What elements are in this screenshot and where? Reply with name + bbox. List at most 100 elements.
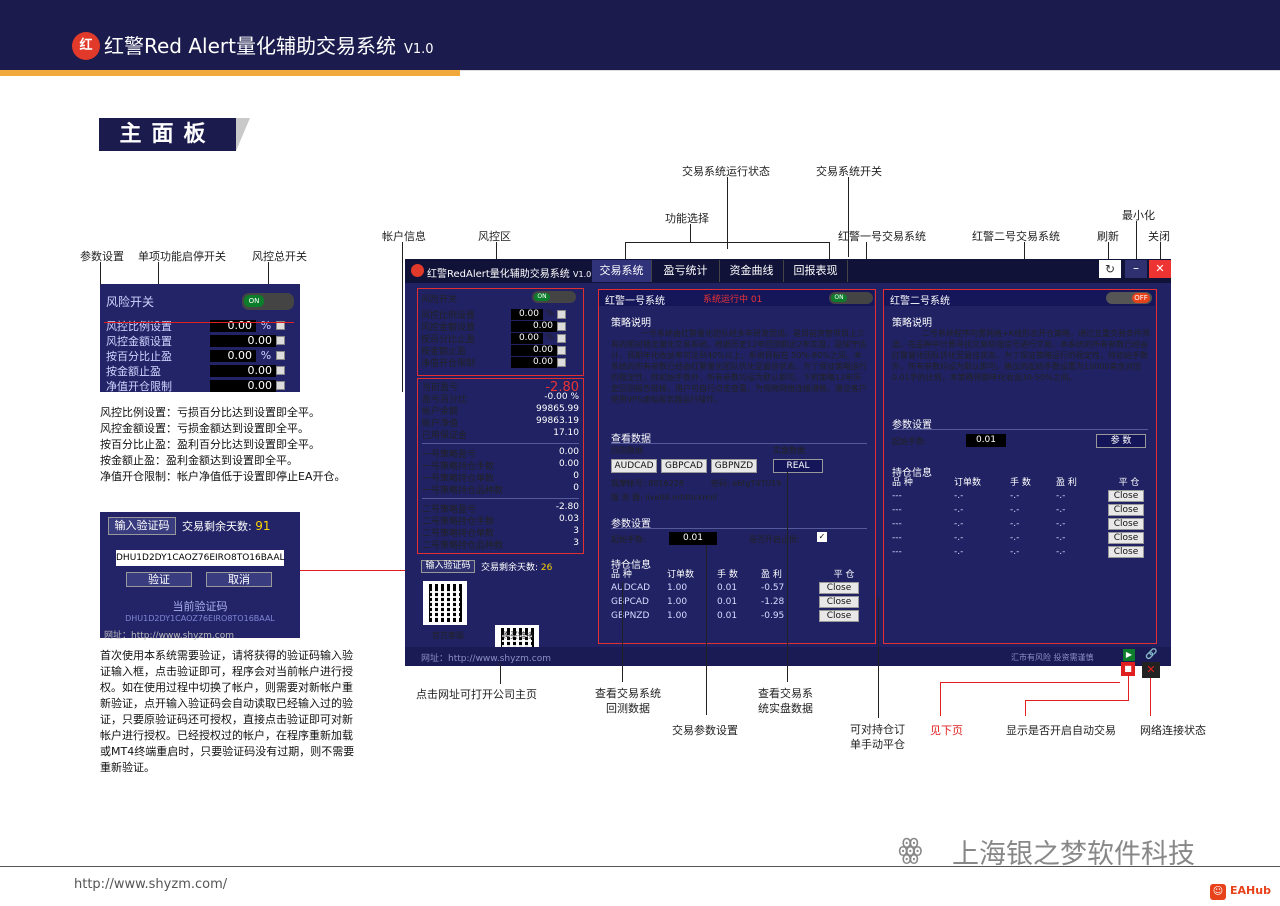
table-row: --- -.- -.- -.- Close [892, 545, 1150, 559]
verify-notes: 首次使用本系统需要验证，请将获得的验证码输入验证输入框，点击验证即可，程序会对当… [100, 649, 355, 774]
app-risk-toggle[interactable]: ON [532, 291, 576, 303]
checkbox[interactable] [557, 345, 566, 355]
backtest-gbpcad-button[interactable]: GBPCAD [661, 459, 707, 473]
risk-row-input[interactable]: 0.00 [210, 349, 256, 362]
verify-code-input[interactable]: DHU1D2DY1CAOZ76EIRO8TO16BAAL [116, 550, 285, 566]
risk-row-input[interactable]: 0.00 [210, 379, 276, 392]
close-position-button[interactable]: Close [1108, 532, 1144, 544]
minimize-icon[interactable]: – [1125, 260, 1147, 278]
system1-toggle[interactable]: ON [829, 292, 873, 304]
callout-account: 帐户信息 [382, 230, 426, 243]
system2-title: 红警二号系统 [890, 296, 950, 307]
network-broken-icon: ✕ [1142, 662, 1160, 678]
checkbox[interactable] [557, 357, 566, 367]
label: 净值开仓限制 [421, 358, 476, 369]
checkbox[interactable] [557, 333, 566, 343]
lots-label: 起始手数: [611, 535, 646, 544]
highlight-line [104, 322, 294, 323]
input[interactable]: 0.00 [511, 332, 543, 344]
close-position-button[interactable]: Close [1108, 490, 1144, 502]
mini-site: 网址：http://www.shyzm.com [104, 631, 234, 641]
close-icon[interactable]: ✕ [1149, 260, 1171, 278]
system1-lots-input[interactable]: 0.01 [669, 532, 717, 545]
table-row: --- -.- -.- -.- Close [892, 489, 1150, 503]
tab-equity[interactable]: 资金曲线 [720, 260, 784, 282]
risk-mini-panel: 风险开关 ON 风控比例设置 0.00% 风控金额设置 0.00 按百分比止盈 0.0… [100, 284, 300, 393]
live-real-button[interactable]: REAL [773, 459, 823, 473]
tab-bar: 交易系统 盈亏统计 资金曲线 回报表现 [592, 260, 848, 282]
system2-toggle[interactable]: OFF [1106, 292, 1152, 304]
line [300, 570, 418, 571]
app-site-link[interactable]: 网址：http://www.shyzm.com [421, 651, 551, 664]
risk-row-input[interactable]: 0.00 [210, 334, 276, 347]
note-line: 按金额止盈：盈利金额达到设置即全平。 [100, 454, 298, 467]
divider [422, 498, 579, 499]
input[interactable]: 0.00 [511, 320, 557, 332]
tab-trading[interactable]: 交易系统 [592, 260, 652, 282]
stoploss-checkbox[interactable]: ✓ [817, 532, 827, 542]
current-code-label: 当前验证码 [172, 600, 228, 613]
watch-password: 密码: e6tgT4TU19 [711, 479, 782, 488]
callout-sys1: 红警一号交易系统 [838, 230, 926, 243]
header-divider [460, 70, 1280, 71]
input[interactable]: 0.00 [511, 308, 543, 320]
verify-button[interactable]: 验证 [126, 572, 192, 587]
line [829, 242, 830, 260]
system2-strategy-text: 二号系统程序内置网格+K线形态开仓策略，通过五重交易条件筛选，在品种中计算寻找交… [892, 329, 1150, 382]
risk-row-label: 净值开仓限制 [106, 379, 172, 393]
tab-returns[interactable]: 回报表现 [784, 260, 848, 282]
tab-pnl[interactable]: 盈亏统计 [652, 260, 720, 282]
stat-row: 二号策略持仓单数 3 [422, 526, 579, 539]
close-position-button[interactable]: Close [1108, 546, 1144, 558]
callout-backtest: 查看交易系统 回测数据 [595, 687, 661, 715]
line [622, 582, 623, 682]
refresh-icon[interactable]: ↻ [1099, 260, 1121, 278]
app-account-box: 当前盈亏 -2.80 盈亏百分比 -0.00 % 帐户余额 99865.99 帐户净值… [417, 378, 584, 554]
app-verify-button[interactable]: 输入验证码 [421, 560, 475, 573]
qr-purchase-label: 购买链接 [502, 631, 534, 640]
close-position-button[interactable]: Close [1108, 504, 1144, 516]
orange-stripe [0, 70, 460, 76]
close-position-button[interactable]: Close [819, 582, 859, 594]
stoploss-label: 是否开启止损: [749, 535, 800, 544]
stat-row: 一号策略盈亏 0.00 [422, 447, 579, 460]
callout-single: 单项功能启停开关 [138, 250, 226, 263]
cancel-button[interactable]: 取消 [206, 572, 272, 587]
risk-row-checkbox[interactable] [276, 336, 285, 345]
line [940, 682, 941, 716]
line [706, 545, 707, 715]
backtest-gbpnzd-button[interactable]: GBPNZD [711, 459, 757, 473]
line [1160, 242, 1161, 260]
risk-mini-toggle[interactable]: ON [242, 293, 294, 310]
system1-strategy-title: 策略说明 [611, 318, 651, 329]
checkbox[interactable] [557, 309, 566, 319]
verify-open-button[interactable]: 输入验证码 [108, 517, 176, 535]
app-logo-icon [411, 264, 424, 277]
backtest-audcad-button[interactable]: AUDCAD [611, 459, 657, 473]
app-risk-box: 风险开关 ON 风控比例设置 0.00% 风控金额设置 0.00 按百分比止盈 0.0… [417, 288, 584, 376]
table-header: 品 种订单数手 数盈 利平 仓 [611, 570, 855, 580]
risk-row-checkbox[interactable] [276, 351, 285, 360]
system1-panel: 红警一号系统 系统运行中 01 ON 策略说明 一号系统由红警量化团队经多年研发… [598, 289, 876, 644]
risk-row-input[interactable]: 0.00 [210, 364, 276, 377]
close-position-button[interactable]: Close [1108, 518, 1144, 530]
checkbox[interactable] [557, 321, 566, 331]
eahub-text: EAHub [1230, 884, 1271, 897]
qr-service-image [423, 581, 467, 625]
system1-strategy-text: 一号系统由红警量化团队经多年研发而成，是目前资管项目上少有的相对稳定量化交易系统… [611, 329, 867, 404]
line [1025, 700, 1128, 701]
close-position-button[interactable]: Close [819, 596, 859, 608]
footer-url[interactable]: http://www.shyzm.com/ [74, 877, 227, 892]
table-row: --- -.- -.- -.- Close [892, 503, 1150, 517]
system2-lots-input[interactable]: 0.01 [966, 434, 1006, 447]
note-line: 净值开仓限制：帐户净值低于设置即停止EA开仓。 [100, 470, 346, 483]
risk-row-checkbox[interactable] [276, 366, 285, 375]
doc-title: 红警Red Alert量化辅助交易系统 V1.0 [104, 34, 434, 58]
risk-row-checkbox[interactable] [276, 381, 285, 390]
system2-params-button[interactable]: 参 数 [1096, 434, 1146, 448]
line [690, 224, 691, 242]
table-row: --- -.- -.- -.- Close [892, 517, 1150, 531]
close-position-button[interactable]: Close [819, 610, 859, 622]
input[interactable]: 0.00 [511, 344, 557, 356]
input[interactable]: 0.00 [511, 356, 557, 368]
